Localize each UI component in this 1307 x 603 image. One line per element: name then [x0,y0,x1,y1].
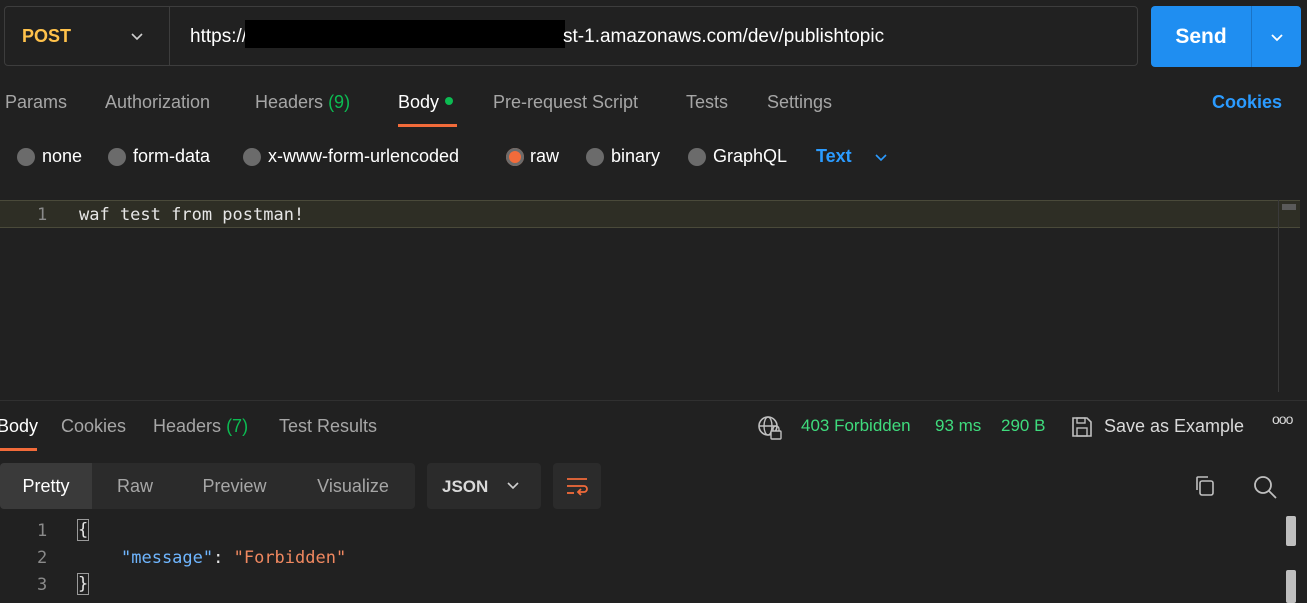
radio-form-data[interactable] [108,148,126,166]
json-line[interactable]: "message": "Forbidden" [121,548,346,568]
radio-none[interactable] [17,148,35,166]
response-tab-underline [0,448,37,451]
tab-tests[interactable]: Tests [686,92,728,113]
response-tab-headers-label: Headers [153,416,222,436]
tab-body[interactable]: Body [398,92,454,113]
json-colon: : [213,548,234,568]
view-pretty[interactable]: Pretty [0,463,92,509]
url-bar: POST https:// st-1.amazonaws.com/dev/publ… [4,6,1138,66]
response-time[interactable]: 93 ms [935,416,981,436]
tab-authorization[interactable]: Authorization [105,92,210,113]
method-select[interactable]: POST [5,7,170,65]
method-label: POST [22,26,72,46]
radio-form-data-label[interactable]: form-data [133,146,210,167]
url-suffix: st-1.amazonaws.com/dev/publishtopic [563,26,885,48]
response-scrollbar-thumb[interactable] [1286,516,1296,546]
body-active-dot [445,97,454,106]
more-options-icon[interactable]: ooo [1272,411,1293,427]
view-preview[interactable]: Preview [178,463,291,509]
line-number: 1 [37,205,48,225]
wrap-lines-button[interactable] [553,463,601,509]
active-tab-underline [398,124,457,127]
status-code[interactable]: 403 Forbidden [801,416,911,436]
response-size[interactable]: 290 B [1001,416,1045,436]
tab-pre-request-script[interactable]: Pre-request Script [493,92,638,113]
scrollbar-thumb[interactable] [1282,204,1296,210]
radio-raw[interactable] [506,148,524,166]
radio-binary[interactable] [586,148,604,166]
request-body-editor[interactable]: waf test from postman! [79,205,304,225]
search-icon[interactable] [1252,474,1278,500]
redaction-block [245,20,566,48]
response-scrollbar-thumb[interactable] [1286,570,1296,603]
line-number: 3 [37,575,48,595]
chevron-down-icon[interactable] [1268,28,1286,46]
json-open-brace: { [76,519,90,541]
json-key: "message" [121,548,214,568]
json-value: "Forbidden" [233,548,347,568]
format-dropdown[interactable]: JSON [427,463,541,509]
line-number: 1 [37,521,48,541]
line-number: 2 [37,548,48,568]
json-close-brace: } [76,573,90,595]
tab-params[interactable]: Params [5,92,67,113]
request-editor-scrollbar[interactable] [1278,200,1301,392]
raw-format-dropdown[interactable]: Text [816,146,852,167]
tab-headers[interactable]: Headers (9) [255,92,350,113]
save-as-example-button[interactable]: Save as Example [1104,416,1244,437]
radio-raw-label[interactable]: raw [530,146,559,167]
chevron-down-icon [131,33,143,41]
tab-body-label: Body [398,92,440,112]
response-headers-count: (7) [226,416,249,436]
tab-settings[interactable]: Settings [767,92,832,113]
radio-urlencoded-label[interactable]: x-www-form-urlencoded [268,146,459,167]
url-input[interactable]: https:// st-1.amazonaws.com/dev/publishto… [190,20,885,48]
radio-binary-label[interactable]: binary [611,146,660,167]
globe-lock-icon[interactable] [757,415,783,441]
headers-count: (9) [328,92,351,112]
chevron-down-icon [507,482,519,490]
pane-divider[interactable] [0,400,1307,401]
send-label: Send [1175,25,1227,48]
radio-urlencoded[interactable] [243,148,261,166]
view-visualize[interactable]: Visualize [291,463,415,509]
radio-graphql-label[interactable]: GraphQL [713,146,787,167]
view-raw[interactable]: Raw [92,463,178,509]
tab-headers-label: Headers [255,92,324,112]
url-prefix: https:// [190,26,248,48]
wrap-lines-icon [567,478,588,496]
cookies-link[interactable]: Cookies [1212,92,1282,113]
format-label: JSON [442,477,489,496]
radio-graphql[interactable] [688,148,706,166]
save-icon[interactable] [1071,416,1093,438]
send-divider [1251,6,1252,67]
response-tab-cookies[interactable]: Cookies [61,416,126,437]
response-tab-test-results[interactable]: Test Results [279,416,377,437]
chevron-down-icon[interactable] [873,150,889,166]
radio-none-label[interactable]: none [42,146,82,167]
response-tab-headers[interactable]: Headers (7) [153,416,248,437]
response-tab-body[interactable]: Body [0,416,38,437]
send-button[interactable]: Send [1151,6,1301,67]
copy-icon[interactable] [1193,474,1217,498]
